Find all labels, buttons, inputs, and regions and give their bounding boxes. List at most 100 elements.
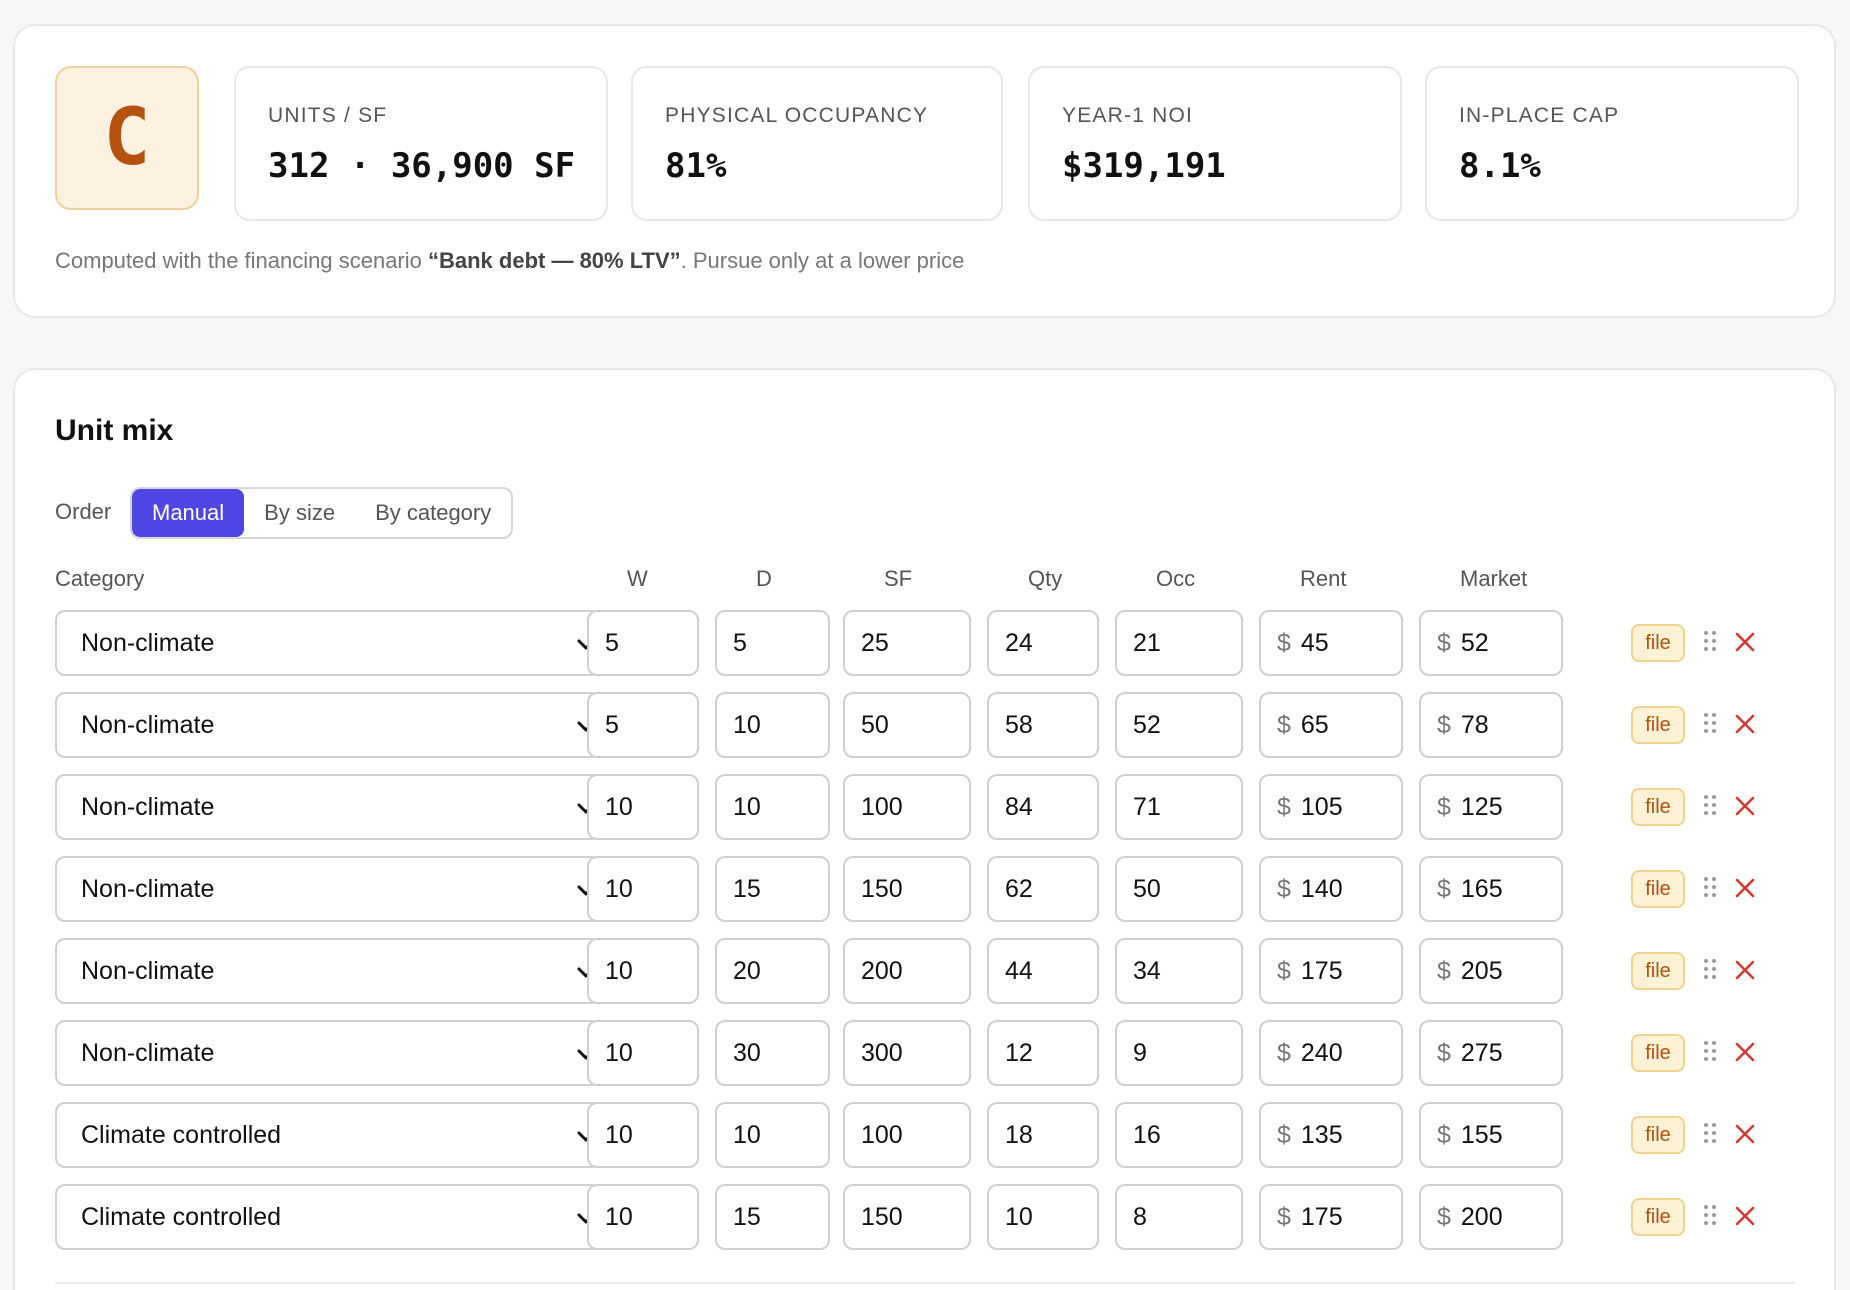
sf-input[interactable]: 25: [843, 610, 971, 676]
sf-input-value: 150: [861, 1202, 903, 1231]
occ-input[interactable]: 21: [1115, 610, 1243, 676]
sf-input-value: 150: [861, 874, 903, 903]
width-input[interactable]: 10: [587, 1020, 699, 1086]
category-select[interactable]: Non-climate: [55, 856, 610, 922]
category-select[interactable]: Non-climate: [55, 938, 610, 1004]
width-input[interactable]: 5: [587, 692, 699, 758]
market-input[interactable]: $205: [1419, 938, 1563, 1004]
rent-input[interactable]: $65: [1259, 692, 1403, 758]
qty-input-value: 24: [1005, 628, 1033, 657]
market-input[interactable]: $275: [1419, 1020, 1563, 1086]
file-badge[interactable]: file: [1631, 1116, 1685, 1154]
market-input[interactable]: $125: [1419, 774, 1563, 840]
depth-input[interactable]: 30: [715, 1020, 830, 1086]
drag-handle-icon[interactable]: [1703, 958, 1717, 980]
market-input[interactable]: $165: [1419, 856, 1563, 922]
width-input-value: 5: [605, 628, 619, 657]
sf-input[interactable]: 100: [843, 774, 971, 840]
close-icon[interactable]: [1731, 956, 1759, 984]
file-badge[interactable]: file: [1631, 1198, 1685, 1236]
drag-handle-icon[interactable]: [1703, 794, 1717, 816]
rent-input[interactable]: $135: [1259, 1102, 1403, 1168]
unit-mix-card: Unit mix Order Manual By size By categor…: [13, 368, 1836, 1290]
width-input[interactable]: 5: [587, 610, 699, 676]
category-select[interactable]: Non-climate: [55, 774, 610, 840]
qty-input[interactable]: 12: [987, 1020, 1099, 1086]
category-select[interactable]: Non-climate: [55, 610, 610, 676]
file-badge[interactable]: file: [1631, 624, 1685, 662]
occ-input[interactable]: 52: [1115, 692, 1243, 758]
occ-input[interactable]: 9: [1115, 1020, 1243, 1086]
rent-input[interactable]: $45: [1259, 610, 1403, 676]
sf-input[interactable]: 150: [843, 856, 971, 922]
drag-handle-icon[interactable]: [1703, 712, 1717, 734]
depth-input[interactable]: 10: [715, 1102, 830, 1168]
category-select-value: Non-climate: [81, 710, 215, 739]
rent-input-value: 175: [1300, 956, 1343, 985]
file-badge[interactable]: file: [1631, 952, 1685, 990]
close-icon[interactable]: [1731, 874, 1759, 902]
order-by-size-button[interactable]: By size: [244, 489, 355, 537]
rent-input[interactable]: $105: [1259, 774, 1403, 840]
width-input[interactable]: 10: [587, 938, 699, 1004]
width-input[interactable]: 10: [587, 1102, 699, 1168]
category-select[interactable]: Climate controlled: [55, 1102, 610, 1168]
width-input[interactable]: 10: [587, 856, 699, 922]
drag-handle-icon[interactable]: [1703, 1122, 1717, 1144]
drag-handle-icon[interactable]: [1703, 876, 1717, 898]
qty-input[interactable]: 24: [987, 610, 1099, 676]
file-badge[interactable]: file: [1631, 870, 1685, 908]
depth-input[interactable]: 10: [715, 692, 830, 758]
drag-handle-icon[interactable]: [1703, 1204, 1717, 1226]
depth-input[interactable]: 5: [715, 610, 830, 676]
close-icon[interactable]: [1731, 1038, 1759, 1066]
category-select[interactable]: Non-climate: [55, 692, 610, 758]
rent-input[interactable]: $175: [1259, 938, 1403, 1004]
qty-input[interactable]: 10: [987, 1184, 1099, 1250]
qty-input[interactable]: 44: [987, 938, 1099, 1004]
drag-handle-icon[interactable]: [1703, 630, 1717, 652]
occ-input[interactable]: 8: [1115, 1184, 1243, 1250]
close-icon[interactable]: [1731, 792, 1759, 820]
occ-input[interactable]: 34: [1115, 938, 1243, 1004]
order-manual-button[interactable]: Manual: [132, 489, 245, 537]
rent-input[interactable]: $140: [1259, 856, 1403, 922]
market-input[interactable]: $200: [1419, 1184, 1563, 1250]
qty-input[interactable]: 58: [987, 692, 1099, 758]
width-input[interactable]: 10: [587, 774, 699, 840]
drag-handle-icon[interactable]: [1703, 1040, 1717, 1062]
sf-input[interactable]: 50: [843, 692, 971, 758]
market-input[interactable]: $52: [1419, 610, 1563, 676]
depth-input[interactable]: 15: [715, 1184, 830, 1250]
close-icon[interactable]: [1731, 710, 1759, 738]
qty-input[interactable]: 62: [987, 856, 1099, 922]
file-badge[interactable]: file: [1631, 706, 1685, 744]
occ-input-value: 71: [1133, 792, 1161, 821]
close-icon[interactable]: [1731, 628, 1759, 656]
occ-input[interactable]: 16: [1115, 1102, 1243, 1168]
qty-input[interactable]: 18: [987, 1102, 1099, 1168]
depth-input[interactable]: 10: [715, 774, 830, 840]
occ-input[interactable]: 71: [1115, 774, 1243, 840]
sf-input[interactable]: 200: [843, 938, 971, 1004]
sf-input[interactable]: 150: [843, 1184, 971, 1250]
sf-input[interactable]: 100: [843, 1102, 971, 1168]
rent-input[interactable]: $240: [1259, 1020, 1403, 1086]
depth-input[interactable]: 15: [715, 856, 830, 922]
category-select[interactable]: Non-climate: [55, 1020, 610, 1086]
qty-input[interactable]: 84: [987, 774, 1099, 840]
file-badge[interactable]: file: [1631, 1034, 1685, 1072]
occ-input[interactable]: 50: [1115, 856, 1243, 922]
depth-input[interactable]: 20: [715, 938, 830, 1004]
market-input[interactable]: $155: [1419, 1102, 1563, 1168]
width-input[interactable]: 10: [587, 1184, 699, 1250]
sf-input[interactable]: 300: [843, 1020, 971, 1086]
market-input[interactable]: $78: [1419, 692, 1563, 758]
order-by-category-button[interactable]: By category: [355, 489, 511, 537]
close-icon[interactable]: [1731, 1120, 1759, 1148]
category-select[interactable]: Climate controlled: [55, 1184, 610, 1250]
market-input-value: 52: [1460, 628, 1489, 657]
file-badge[interactable]: file: [1631, 788, 1685, 826]
close-icon[interactable]: [1731, 1202, 1759, 1230]
rent-input[interactable]: $175: [1259, 1184, 1403, 1250]
